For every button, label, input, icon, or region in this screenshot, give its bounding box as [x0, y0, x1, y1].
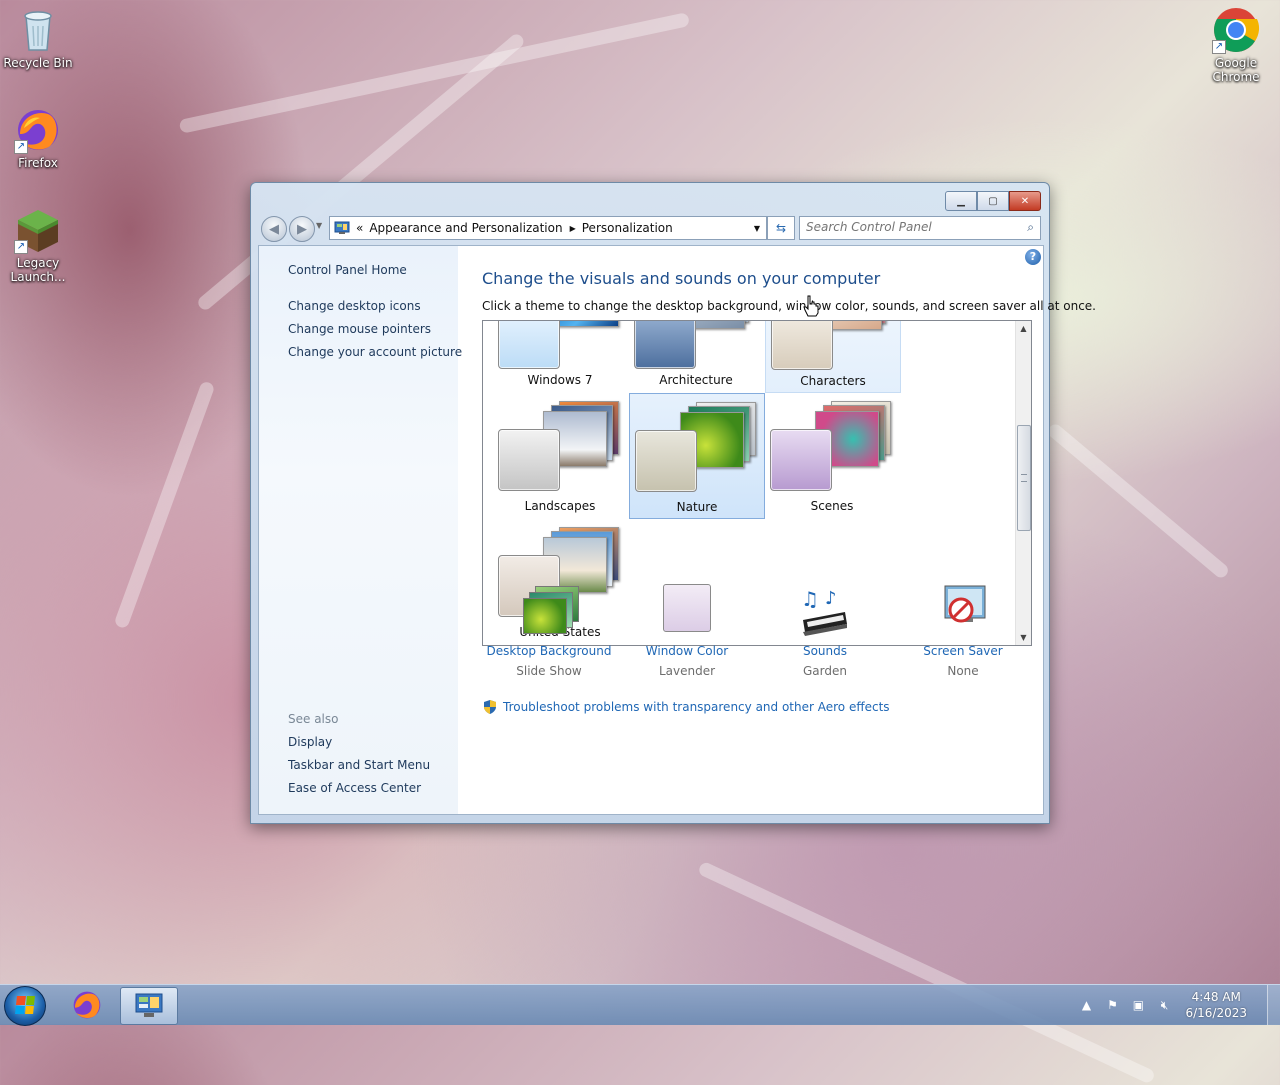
theme-windows-7[interactable]: Windows 7 [493, 321, 627, 391]
change-mouse-pointers-link[interactable]: Change mouse pointers [288, 322, 431, 336]
window-color-icon [655, 584, 719, 640]
search-icon[interactable]: ⌕ [1027, 220, 1034, 235]
screen-saver-icon [931, 584, 995, 640]
theme-label: Landscapes [524, 499, 596, 513]
show-desktop-button[interactable] [1267, 985, 1280, 1025]
desktop-icon-label: Legacy Launch... [10, 256, 66, 284]
content-area: Control Panel Home Change desktop icons … [258, 245, 1096, 815]
minecraft-grass-block-icon: ↗ [14, 206, 62, 254]
theme-label: Architecture [659, 373, 733, 387]
theme-label: Nature [676, 500, 718, 514]
desktop-icon-label: Firefox [18, 156, 58, 170]
address-overflow[interactable]: « [356, 221, 363, 235]
desktop-icon-google-chrome[interactable]: ↗ Google Chrome [1198, 6, 1274, 84]
chrome-icon: ↗ [1212, 6, 1260, 54]
breadcrumb-separator-icon[interactable]: ▶ [570, 224, 576, 233]
address-dropdown-icon[interactable]: ▼ [754, 224, 760, 233]
sounds-setting[interactable]: ♫ ♪ Sounds Garden [760, 584, 890, 678]
network-icon[interactable]: ▣ [1130, 997, 1146, 1013]
sounds-value: Garden [803, 664, 847, 678]
change-desktop-icons-link[interactable]: Change desktop icons [288, 299, 421, 313]
taskbar-firefox[interactable] [60, 987, 116, 1023]
desktop-background-icon [517, 584, 581, 640]
minimize-button[interactable]: ▁ [945, 191, 977, 211]
theme-nature[interactable]: Nature [629, 393, 765, 519]
close-button[interactable]: ✕ [1009, 191, 1041, 211]
theme-label: Characters [800, 374, 866, 388]
control-panel-icon [334, 221, 350, 235]
page-title: Change the visuals and sounds on your co… [482, 269, 881, 288]
clock[interactable]: 4:48 AM 6/16/2023 [1185, 989, 1247, 1021]
taskbar-start-menu-link[interactable]: Taskbar and Start Menu [288, 758, 430, 772]
notification-area: ▲ ⚑ ▣ 🔇︎ 4:48 AM 6/16/2023 [1073, 985, 1280, 1025]
forward-button[interactable]: ▶ [289, 216, 315, 242]
page-description: Click a theme to change the desktop back… [482, 299, 1096, 313]
screen-saver-setting[interactable]: Screen Saver None [898, 584, 1028, 678]
breadcrumb-personalization[interactable]: Personalization [582, 221, 673, 235]
change-account-picture-link[interactable]: Change your account picture [288, 345, 462, 359]
address-bar[interactable]: « Appearance and Personalization ▶ Perso… [329, 216, 767, 240]
firefox-icon: ↗ [14, 106, 62, 154]
scrollbar-thumb[interactable] [1017, 425, 1031, 531]
desktop-icon-label: Google Chrome [1212, 56, 1260, 84]
screen-saver-link[interactable]: Screen Saver [898, 644, 1028, 658]
theme-characters[interactable]: Characters [765, 321, 901, 393]
main-pane: ? Change the visuals and sounds on your … [458, 246, 1096, 814]
windows-logo-icon [15, 996, 35, 1014]
window-color-setting[interactable]: Window Color Lavender [622, 584, 752, 678]
navigation-bar: ◀ ▶ ▼ « Appearance and Personalization ▶… [259, 215, 1041, 242]
control-panel-home-link[interactable]: Control Panel Home [288, 263, 407, 277]
start-button[interactable] [4, 986, 46, 1026]
taskbar: ▲ ⚑ ▣ 🔇︎ 4:48 AM 6/16/2023 [0, 984, 1280, 1026]
recycle-bin-icon [14, 6, 62, 54]
sounds-icon: ♫ ♪ [793, 584, 857, 640]
desktop-icon-firefox[interactable]: ↗ Firefox [0, 106, 76, 170]
scroll-up-icon[interactable]: ▲ [1016, 321, 1031, 336]
control-panel-icon [134, 993, 164, 1019]
back-button[interactable]: ◀ [261, 216, 287, 242]
desktop-background-value: Slide Show [516, 664, 582, 678]
recent-pages-dropdown[interactable]: ▼ [316, 221, 322, 230]
screen-saver-value: None [947, 664, 979, 678]
breadcrumb-appearance[interactable]: Appearance and Personalization [369, 221, 562, 235]
svg-text:♪: ♪ [825, 588, 837, 609]
show-hidden-icons-icon[interactable]: ▲ [1078, 997, 1094, 1013]
svg-text:♫: ♫ [801, 587, 819, 611]
display-link[interactable]: Display [288, 735, 332, 749]
window-color-value: Lavender [658, 664, 716, 678]
clock-time: 4:48 AM [1191, 990, 1241, 1004]
desktop-background-setting[interactable]: Desktop Background Slide Show [484, 584, 614, 678]
desktop-icon-label: Recycle Bin [3, 56, 73, 70]
refresh-icon: ⇆ [775, 221, 787, 235]
troubleshoot-link[interactable]: Troubleshoot problems with transparency … [482, 699, 890, 715]
troubleshoot-text[interactable]: Troubleshoot problems with transparency … [503, 700, 890, 714]
theme-architecture[interactable]: Architecture [629, 321, 763, 391]
window-caption-buttons: ▁ ▢ ✕ [945, 191, 1041, 211]
theme-landscapes[interactable]: Landscapes [493, 393, 627, 517]
theme-label: Scenes [810, 499, 854, 513]
volume-muted-icon[interactable]: 🔇︎ [1156, 997, 1172, 1013]
personalization-window: ▁ ▢ ✕ ◀ ▶ ▼ « Appearance and Personaliza… [250, 182, 1096, 824]
search-input[interactable] [800, 217, 1016, 237]
hand-cursor-icon [803, 295, 819, 317]
see-also-heading: See also [288, 712, 339, 726]
help-icon[interactable]: ? [1025, 249, 1041, 265]
desktop-background-link[interactable]: Desktop Background [484, 644, 614, 658]
ease-of-access-link[interactable]: Ease of Access Center [288, 781, 421, 795]
refresh-button[interactable]: ⇆ [767, 216, 795, 240]
shield-icon [482, 699, 498, 715]
maximize-button[interactable]: ▢ [977, 191, 1009, 211]
theme-scenes[interactable]: Scenes [765, 393, 899, 517]
firefox-icon [71, 989, 103, 1021]
action-center-flag-icon[interactable]: ⚑ [1104, 997, 1120, 1013]
sounds-link[interactable]: Sounds [760, 644, 890, 658]
desktop-icon-legacy-launcher[interactable]: ↗ Legacy Launch... [0, 206, 76, 284]
clock-date: 6/16/2023 [1185, 1006, 1247, 1020]
taskbar-control-panel[interactable] [120, 987, 178, 1025]
search-box[interactable]: ⌕ [799, 216, 1041, 240]
window-color-link[interactable]: Window Color [622, 644, 752, 658]
theme-label: Windows 7 [527, 373, 593, 387]
desktop-icon-recycle-bin[interactable]: Recycle Bin [0, 6, 76, 70]
task-pane: Control Panel Home Change desktop icons … [259, 246, 462, 814]
